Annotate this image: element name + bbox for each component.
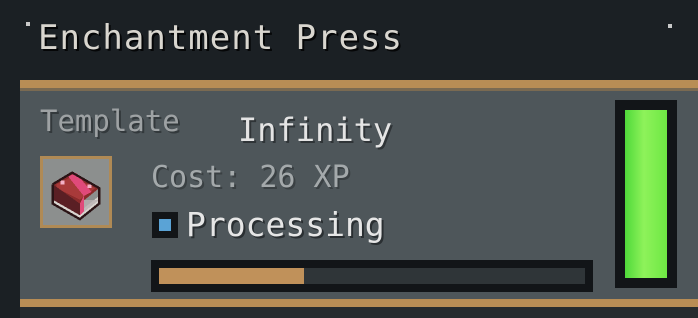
template-slot[interactable] xyxy=(40,156,112,228)
progress-track xyxy=(159,268,585,284)
progress-fill xyxy=(159,268,304,284)
enchanted-book-icon xyxy=(45,161,107,223)
energy-gauge xyxy=(615,100,677,288)
template-label: Template xyxy=(40,104,180,138)
enchantment-press-window: Enchantment Press Template Infinity Cost… xyxy=(0,0,698,318)
corner-rivet xyxy=(26,22,30,26)
window-title: Enchantment Press xyxy=(38,18,403,58)
status-label: Processing xyxy=(186,205,385,244)
status-indicator xyxy=(152,212,178,238)
corner-rivet xyxy=(668,24,672,28)
panel-top-border xyxy=(20,80,698,88)
panel-bottom-strip xyxy=(20,307,698,318)
title-bar: Enchantment Press xyxy=(0,0,698,80)
status-light-icon xyxy=(159,219,171,231)
energy-track xyxy=(625,110,667,278)
panel-top-shadow xyxy=(20,88,698,91)
panel-bottom-border xyxy=(20,299,698,307)
energy-fill xyxy=(625,110,667,278)
progress-bar xyxy=(151,260,593,292)
xp-cost: Cost: 26 XP xyxy=(151,160,350,195)
enchantment-name: Infinity xyxy=(238,111,393,149)
